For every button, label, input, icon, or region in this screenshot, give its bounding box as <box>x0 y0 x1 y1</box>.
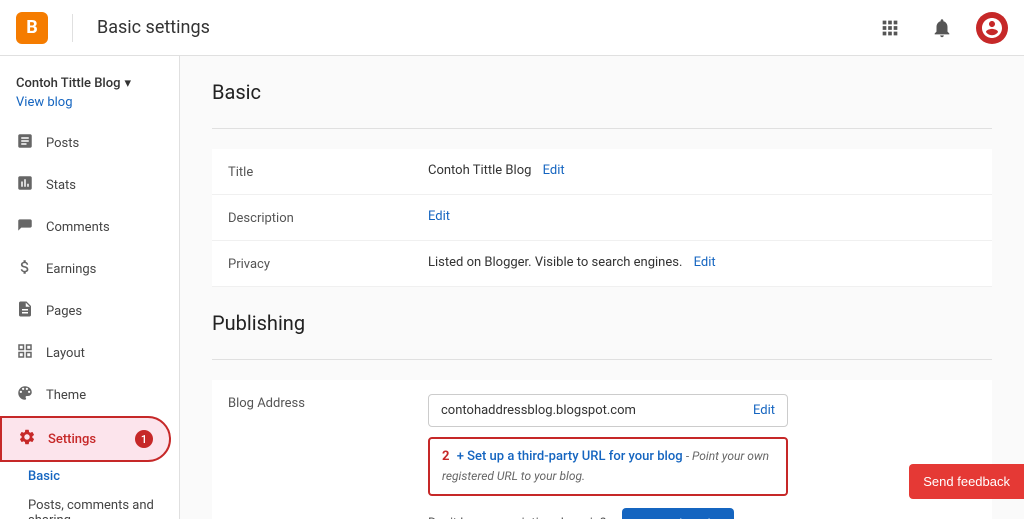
layout-icon <box>16 342 34 364</box>
app-layout: Contoh Tittle Blog ▾ View blog Posts Sta… <box>0 56 1024 519</box>
blog-selector[interactable]: Contoh Tittle Blog ▾ <box>0 64 179 95</box>
sub-item-posts-comments[interactable]: Posts, comments and sharing <box>16 491 171 519</box>
sidebar-theme-label: Theme <box>46 388 86 403</box>
publishing-section: Publishing Blog Address contohaddressblo… <box>212 311 992 519</box>
blog-address-text: contohaddressblog.blogspot.com <box>441 403 636 418</box>
description-label: Description <box>212 195 412 241</box>
navbar-divider <box>72 14 73 42</box>
settings-icon <box>18 428 36 450</box>
sidebar-stats-label: Stats <box>46 178 76 193</box>
privacy-label: Privacy <box>212 241 412 287</box>
avatar[interactable] <box>976 12 1008 44</box>
title-label: Title <box>212 149 412 195</box>
chevron-down-icon: ▾ <box>124 76 131 91</box>
publishing-divider <box>212 359 992 360</box>
sidebar-comments-label: Comments <box>46 220 110 235</box>
sidebar-item-theme[interactable]: Theme <box>0 374 171 416</box>
sidebar-item-pages[interactable]: Pages <box>0 290 171 332</box>
publishing-section-title: Publishing <box>212 311 992 343</box>
table-row: Description Edit <box>212 195 992 241</box>
title-text: Contoh Tittle Blog <box>428 163 531 178</box>
privacy-value: Listed on Blogger. Visible to search eng… <box>412 241 992 287</box>
posts-icon <box>16 132 34 154</box>
sidebar-item-layout[interactable]: Layout <box>0 332 171 374</box>
page-title: Basic settings <box>97 17 210 38</box>
sidebar-layout-label: Layout <box>46 346 85 361</box>
pages-icon <box>16 300 34 322</box>
title-value: Contoh Tittle Blog Edit <box>412 149 992 195</box>
third-party-url-link[interactable]: + Set up a third-party URL for your blog <box>457 449 683 464</box>
view-blog-link[interactable]: View blog <box>0 95 179 122</box>
blog-address-label: Blog Address <box>212 380 412 519</box>
blog-address-field: contohaddressblog.blogspot.com Edit <box>428 394 788 427</box>
main-content: Basic Title Contoh Tittle Blog Edit Desc… <box>180 56 1024 519</box>
stats-icon <box>16 174 34 196</box>
blog-name: Contoh Tittle Blog <box>16 76 120 91</box>
send-feedback-button[interactable]: Send feedback <box>909 464 1024 499</box>
table-row: Privacy Listed on Blogger. Visible to se… <box>212 241 992 287</box>
sidebar-posts-label: Posts <box>46 136 79 151</box>
description-value: Edit <box>412 195 992 241</box>
logo-area: B Basic settings <box>16 12 210 44</box>
sidebar-earnings-label: Earnings <box>46 262 96 277</box>
basic-section-title: Basic <box>212 80 992 112</box>
basic-divider <box>212 128 992 129</box>
sidebar-item-earnings[interactable]: Earnings <box>0 248 171 290</box>
navbar-actions <box>872 10 1008 46</box>
theme-icon <box>16 384 34 406</box>
privacy-edit-link[interactable]: Edit <box>694 255 716 270</box>
sidebar: Contoh Tittle Blog ▾ View blog Posts Sta… <box>0 56 180 519</box>
sidebar-item-comments[interactable]: Comments <box>0 206 171 248</box>
privacy-text: Listed on Blogger. Visible to search eng… <box>428 255 682 270</box>
buy-domain-button[interactable]: Buy a domain <box>622 508 734 519</box>
earnings-icon <box>16 258 34 280</box>
blogger-logo-icon: B <box>16 12 48 44</box>
blog-address-edit-link[interactable]: Edit <box>753 403 775 418</box>
step-num: 2 <box>442 449 449 464</box>
grid-icon-button[interactable] <box>872 10 908 46</box>
title-edit-link[interactable]: Edit <box>543 163 565 178</box>
sidebar-item-posts[interactable]: Posts <box>0 122 171 164</box>
basic-section: Basic Title Contoh Tittle Blog Edit Desc… <box>212 80 992 287</box>
settings-badge: 1 <box>135 430 153 448</box>
comments-icon <box>16 216 34 238</box>
sidebar-settings-label: Settings <box>48 432 96 447</box>
settings-sub-nav: Basic Posts, comments and sharing Email … <box>0 462 179 519</box>
third-party-url-box: 2 + Set up a third-party URL for your bl… <box>428 437 788 496</box>
basic-settings-table: Title Contoh Tittle Blog Edit Descriptio… <box>212 149 992 287</box>
sidebar-item-stats[interactable]: Stats <box>0 164 171 206</box>
description-edit-link[interactable]: Edit <box>428 209 450 224</box>
sidebar-pages-label: Pages <box>46 304 82 319</box>
publishing-settings-table: Blog Address contohaddressblog.blogspot.… <box>212 380 992 519</box>
table-row: Blog Address contohaddressblog.blogspot.… <box>212 380 992 519</box>
domain-row: Don't have an existing domain? Buy a dom… <box>428 508 976 519</box>
sidebar-item-settings[interactable]: Settings 1 <box>0 416 171 462</box>
blog-address-value: contohaddressblog.blogspot.com Edit 2 + … <box>412 380 992 519</box>
sub-item-basic[interactable]: Basic <box>16 462 171 491</box>
navbar: B Basic settings <box>0 0 1024 56</box>
table-row: Title Contoh Tittle Blog Edit <box>212 149 992 195</box>
bell-icon-button[interactable] <box>924 10 960 46</box>
